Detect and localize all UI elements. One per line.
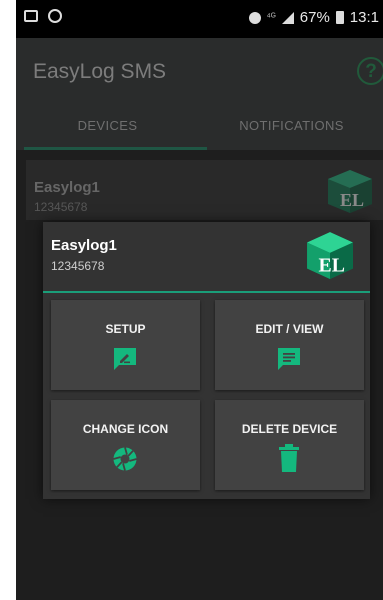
app-title: EasyLog SMS (33, 60, 167, 83)
logo-text: EL (340, 190, 364, 210)
dialog-device-number: 12345678 (51, 259, 105, 273)
edit-message-icon (112, 346, 138, 377)
change-icon-button[interactable]: CHANGE ICON (51, 400, 200, 490)
alarm-icon (248, 11, 261, 24)
trash-icon (276, 443, 302, 478)
battery-icon (335, 11, 344, 24)
device-name: Easylog1 (34, 179, 100, 196)
delete-device-button[interactable]: DELETE DEVICE (215, 400, 364, 490)
sync-notification-icon (48, 9, 62, 23)
delete-device-label: DELETE DEVICE (241, 422, 338, 436)
dialog-divider (43, 291, 370, 293)
setup-button[interactable]: SETUP (51, 300, 200, 390)
device-list-item[interactable]: Easylog1 12345678 EL (26, 160, 383, 220)
change-icon-label: CHANGE ICON (82, 422, 169, 436)
dialog-header: Easylog1 12345678 EL (43, 222, 370, 291)
clock: 13:1 (349, 9, 379, 26)
tab-devices[interactable]: DEVICES (16, 118, 199, 133)
tab-notifications[interactable]: NOTIFICATIONS (200, 118, 383, 133)
camera-aperture-icon (112, 446, 138, 477)
tab-indicator (24, 147, 207, 150)
edit-view-button[interactable]: EDIT / VIEW (215, 300, 364, 390)
battery-percent: 67% (299, 9, 330, 26)
device-actions-dialog: Easylog1 12345678 EL SETUP EDIT / VIEW C… (43, 222, 370, 499)
gallery-notification-icon (24, 10, 38, 22)
easylog-logo-icon: EL (326, 168, 374, 219)
network-type-icon: ⁴ᴳ (266, 12, 276, 23)
setup-label: SETUP (105, 322, 146, 336)
easylog-logo-icon: EL (305, 230, 355, 285)
device-number: 12345678 (34, 200, 88, 214)
help-icon[interactable]: ? (357, 57, 383, 85)
signal-icon (281, 11, 294, 24)
phone-screen: ⁴ᴳ 67% 13:1 EasyLog SMS ? DEVICES NOTIFI… (16, 0, 383, 600)
dialog-device-name: Easylog1 (51, 237, 117, 254)
status-bar: ⁴ᴳ 67% 13:1 (16, 0, 383, 38)
edit-view-label: EDIT / VIEW (255, 322, 324, 336)
message-icon (276, 346, 302, 377)
app-bar: EasyLog SMS ? DEVICES NOTIFICATIONS (16, 38, 383, 150)
logo-text: EL (319, 255, 345, 277)
